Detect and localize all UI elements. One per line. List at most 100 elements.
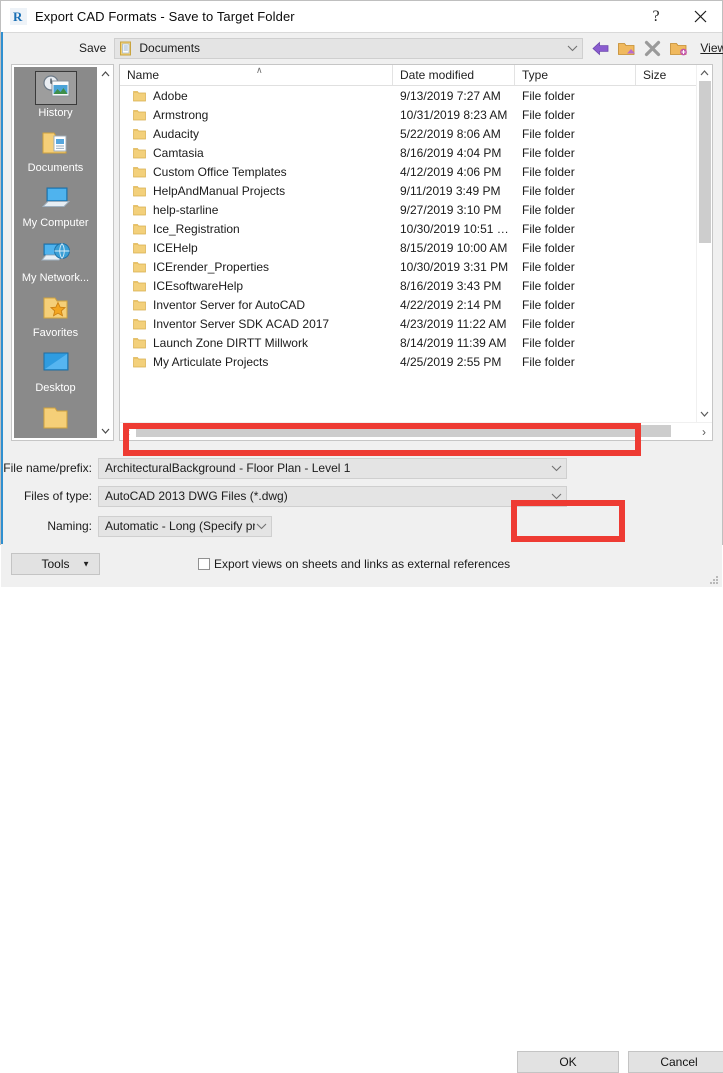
folder-icon — [133, 356, 146, 367]
folder-icon — [133, 166, 146, 177]
documents-icon — [35, 126, 77, 160]
help-button[interactable]: ? — [634, 2, 678, 32]
place-item-favorites[interactable]: Favorites — [14, 287, 97, 342]
file-list-panel: Name ∧ Date modified Type Size Adobe 9/13… — [119, 64, 713, 441]
delete-icon[interactable] — [642, 38, 663, 59]
scroll-left-icon[interactable]: ‹ — [120, 424, 136, 440]
scroll-up-icon[interactable] — [698, 66, 712, 80]
table-row[interactable]: Inventor Server for AutoCAD 4/22/2019 2:1… — [120, 295, 696, 314]
chevron-down-icon — [255, 520, 267, 532]
places-scrollbar[interactable] — [97, 65, 113, 440]
new-folder-icon[interactable] — [668, 38, 689, 59]
file-list-body: Name ∧ Date modified Type Size Adobe 9/13… — [120, 65, 712, 422]
svg-text:R: R — [13, 9, 23, 24]
file-name-row: File name/prefix: ArchitecturalBackgroun… — [1, 457, 722, 479]
views-button[interactable]: Views ▾ — [700, 41, 723, 55]
cell-name: My Articulate Projects — [120, 355, 393, 369]
cell-date-modified: 4/12/2019 4:06 PM — [400, 164, 502, 179]
file-name-text: help-starline — [153, 202, 219, 217]
file-name-text: Camtasia — [153, 145, 204, 160]
close-button[interactable] — [678, 2, 722, 32]
cell-date-modified: 8/16/2019 4:04 PM — [400, 145, 502, 160]
file-name-text: Armstrong — [153, 107, 209, 122]
table-row[interactable]: ICEHelp 8/15/2019 10:00 AM File folder — [120, 238, 696, 257]
table-row[interactable]: Inventor Server SDK ACAD 2017 4/23/2019 1… — [120, 314, 696, 333]
horizontal-scroll-thumb[interactable] — [136, 425, 671, 437]
cell-name: Ice_Registration — [120, 222, 393, 236]
cell-date-modified: 4/25/2019 2:55 PM — [400, 354, 502, 369]
column-header-size[interactable]: Size — [636, 65, 696, 85]
file-list-vertical-scrollbar[interactable] — [696, 65, 712, 422]
column-header-date-modified[interactable]: Date modified — [393, 65, 515, 85]
cell-name: HelpAndManual Projects — [120, 184, 393, 198]
place-item-my-network[interactable]: My Network... — [14, 232, 97, 287]
table-row[interactable]: My Articulate Projects 4/25/2019 2:55 PM F… — [120, 352, 696, 371]
table-row[interactable]: ICEsoftwareHelp 8/16/2019 3:43 PM File fol… — [120, 276, 696, 295]
scroll-down-icon[interactable] — [98, 424, 112, 438]
cancel-button[interactable]: Cancel — [628, 1051, 723, 1073]
cell-type: File folder — [522, 259, 575, 274]
table-row[interactable]: Custom Office Templates 4/12/2019 4:06 PM… — [120, 162, 696, 181]
cell-type: File folder — [522, 145, 575, 160]
table-row[interactable]: Ice_Registration 10/30/2019 10:51 … File f… — [120, 219, 696, 238]
history-icon — [34, 71, 77, 105]
table-row[interactable]: Armstrong 10/31/2019 8:23 AM File folder — [120, 105, 696, 124]
place-label: My Network... — [21, 272, 90, 284]
folder-path-combobox[interactable]: Documents — [114, 37, 584, 59]
table-row[interactable]: Audacity 5/22/2019 8:06 AM File folder — [120, 124, 696, 143]
column-header-name[interactable]: Name ∧ — [120, 65, 393, 85]
files-of-type-combobox[interactable]: AutoCAD 2013 DWG Files (*.dwg) — [98, 485, 567, 507]
views-label: Views — [700, 41, 723, 55]
table-row[interactable]: Launch Zone DIRTT Millwork 8/14/2019 11:3… — [120, 333, 696, 352]
place-item-history[interactable]: History — [14, 67, 97, 122]
scroll-up-icon[interactable] — [98, 67, 112, 81]
save-toolbar: Save Documents View — [1, 33, 723, 63]
place-item-desktop[interactable]: Desktop — [14, 342, 97, 397]
cell-date-modified: 9/13/2019 7:27 AM — [400, 88, 501, 103]
cell-name: Armstrong — [120, 108, 393, 122]
place-item-my-computer[interactable]: My Computer — [14, 177, 97, 232]
vertical-scroll-thumb[interactable] — [699, 81, 711, 243]
file-name-text: ICEHelp — [153, 240, 198, 255]
files-of-type-value: AutoCAD 2013 DWG Files (*.dwg) — [105, 489, 288, 503]
folder-path-value: Documents — [139, 41, 201, 55]
places-list: History Documents My Computer My Network… — [14, 67, 97, 438]
naming-value: Automatic - Long (Specify prefix) — [105, 519, 255, 533]
export-views-checkbox[interactable] — [198, 558, 210, 570]
scroll-right-icon[interactable]: › — [696, 424, 712, 440]
table-row[interactable]: HelpAndManual Projects 9/11/2019 3:49 PM F… — [120, 181, 696, 200]
place-label: Favorites — [32, 327, 79, 339]
cell-type: File folder — [522, 278, 575, 293]
documents-folder-icon — [119, 41, 134, 56]
column-header-type[interactable]: Type — [515, 65, 636, 85]
file-name-text: ICEsoftwareHelp — [153, 278, 244, 293]
scroll-down-icon[interactable] — [698, 407, 712, 421]
places-bar: History Documents My Computer My Network… — [11, 64, 114, 441]
place-item-documents[interactable]: Documents — [14, 122, 97, 177]
export-views-checkbox-row[interactable]: Export views on sheets and links as exte… — [198, 557, 510, 571]
table-row[interactable]: Camtasia 8/16/2019 4:04 PM File folder — [120, 143, 696, 162]
naming-combobox[interactable]: Automatic - Long (Specify prefix) — [98, 515, 272, 537]
folder-icon — [133, 109, 146, 120]
active-window-accent — [1, 32, 3, 544]
file-name-combobox[interactable]: ArchitecturalBackground - Floor Plan - L… — [98, 457, 567, 479]
file-list-horizontal-scrollbar[interactable]: ‹ › — [120, 422, 712, 440]
cell-type: File folder — [522, 183, 575, 198]
naming-label: Naming: — [47, 519, 92, 533]
table-row[interactable]: help-starline 9/27/2019 3:10 PM File folde… — [120, 200, 696, 219]
place-item-partial[interactable] — [14, 397, 97, 438]
resize-grip[interactable] — [707, 573, 719, 585]
cell-type: File folder — [522, 221, 575, 236]
table-row[interactable]: Adobe 9/13/2019 7:27 AM File folder — [120, 86, 696, 105]
dialog-footer: Tools ▼ Export views on sheets and links… — [1, 541, 723, 1073]
place-label: Documents — [27, 162, 84, 174]
file-list-rows: Adobe 9/13/2019 7:27 AM File folder Armstro… — [120, 86, 696, 422]
up-one-level-icon[interactable] — [616, 38, 637, 59]
ok-button[interactable]: OK — [517, 1051, 619, 1073]
file-list-header: Name ∧ Date modified Type Size — [120, 65, 696, 86]
tools-button[interactable]: Tools ▼ — [11, 553, 100, 575]
export-views-checkbox-label: Export views on sheets and links as exte… — [214, 557, 511, 571]
cell-date-modified: 5/22/2019 8:06 AM — [400, 126, 501, 141]
back-arrow-icon[interactable] — [590, 38, 611, 59]
table-row[interactable]: ICErender_Properties 10/30/2019 3:31 PM Fi… — [120, 257, 696, 276]
